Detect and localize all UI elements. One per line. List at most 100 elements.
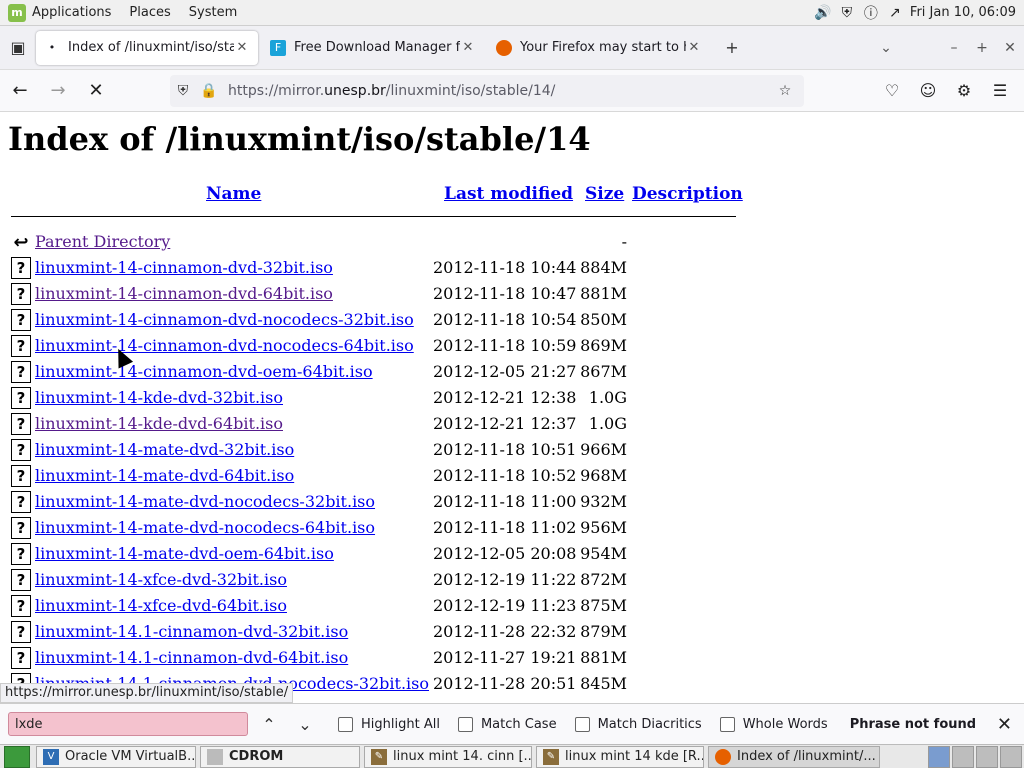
file-link[interactable]: linuxmint-14-cinnamon-dvd-oem-64bit.iso (35, 362, 373, 381)
list-all-tabs-icon[interactable]: ⌄ (872, 40, 900, 56)
file-link[interactable]: linuxmint-14-mate-dvd-32bit.iso (35, 440, 294, 459)
file-link[interactable]: linuxmint-14-mate-dvd-oem-64bit.iso (35, 544, 334, 563)
bookmark-star-icon[interactable]: ☆ (772, 83, 798, 99)
close-tab-icon[interactable]: ✕ (460, 40, 476, 55)
parent-directory-link[interactable]: Parent Directory (35, 232, 170, 251)
file-link[interactable]: linuxmint-14-kde-dvd-32bit.iso (35, 388, 283, 407)
close-tab-icon[interactable]: ✕ (686, 40, 702, 55)
file-link[interactable]: linuxmint-14-cinnamon-dvd-nocodecs-32bit… (35, 310, 414, 329)
checkbox-icon[interactable] (338, 716, 353, 732)
file-link[interactable]: linuxmint-14-cinnamon-dvd-32bit.iso (35, 258, 333, 277)
task-cdrom[interactable]: CDROM (200, 745, 360, 768)
file-size: 966M (580, 440, 627, 459)
close-find-bar-icon[interactable]: ✕ (997, 714, 1012, 735)
update-icon[interactable]: ⓘ (862, 4, 880, 22)
file-row: ? linuxmint-14-xfce-dvd-64bit.iso 2012-12-… (11, 592, 751, 618)
file-link[interactable]: linuxmint-14-xfce-dvd-32bit.iso (35, 570, 287, 589)
file-link[interactable]: linuxmint-14.1-cinnamon-dvd-32bit.iso (35, 622, 348, 641)
whole-words-checkbox[interactable]: Whole Words (719, 716, 828, 732)
forward-icon[interactable]: → (40, 75, 76, 107)
tab-index-linuxmint[interactable]: • Index of /linuxmint/iso/stabl ✕ (36, 30, 258, 65)
editor-icon: ✎ (543, 748, 559, 765)
file-modified: 2012-12-21 12:38 (433, 388, 577, 407)
account-icon[interactable]: ☺ (910, 81, 946, 100)
workspace-4[interactable] (1000, 745, 1022, 768)
workspace-3[interactable] (976, 745, 998, 768)
task-firefox[interactable]: Index of /linuxmint/... (708, 745, 880, 768)
page-dot-icon: • (48, 41, 56, 54)
match-case-checkbox[interactable]: Match Case (457, 716, 557, 732)
stop-icon[interactable]: ✕ (78, 75, 114, 107)
unknown-file-icon: ? (11, 465, 31, 487)
fdm-favicon-icon: F (270, 39, 286, 56)
tab-title: Free Download Manager for (294, 40, 460, 55)
shield-icon[interactable]: ⛨ (838, 4, 856, 22)
column-name-link[interactable]: Name (206, 184, 261, 204)
file-link[interactable]: linuxmint-14.1-cinnamon-dvd-64bit.iso (35, 648, 348, 667)
workspace-1[interactable] (928, 745, 950, 768)
file-row: ? linuxmint-14-mate-dvd-64bit.iso 2012-11-… (11, 462, 751, 488)
unknown-file-icon: ? (11, 387, 31, 409)
network-icon[interactable]: ↗ (886, 4, 904, 22)
highlight-all-checkbox[interactable]: Highlight All (338, 716, 440, 732)
show-desktop-icon[interactable] (4, 745, 30, 768)
file-link[interactable]: linuxmint-14-mate-dvd-nocodecs-32bit.iso (35, 492, 375, 511)
task-virtualbox[interactable]: V Oracle VM VirtualB... (36, 745, 196, 768)
hamburger-menu-icon[interactable]: ☰ (982, 81, 1018, 100)
file-modified: 2012-11-18 11:00 (433, 492, 577, 511)
extensions-icon[interactable]: ⚙ (946, 81, 982, 100)
unknown-file-icon: ? (11, 569, 31, 591)
file-modified: 2012-12-19 11:23 (433, 596, 577, 615)
file-link[interactable]: linuxmint-14-xfce-dvd-64bit.iso (35, 596, 287, 615)
file-link[interactable]: linuxmint-14-mate-dvd-64bit.iso (35, 466, 294, 485)
column-description-link[interactable]: Description (632, 184, 743, 204)
menu-places[interactable]: Places (129, 5, 170, 20)
checkbox-icon[interactable] (574, 716, 590, 732)
find-next-icon[interactable]: ⌄ (290, 715, 320, 734)
back-icon[interactable]: ← (2, 75, 38, 107)
mint-menu-icon[interactable]: m (8, 3, 26, 22)
tab-free-download-manager[interactable]: F Free Download Manager for ✕ (262, 31, 484, 65)
find-status: Phrase not found (849, 716, 977, 732)
unknown-file-icon: ? (11, 335, 31, 357)
file-link[interactable]: linuxmint-14-cinnamon-dvd-64bit.iso (35, 284, 333, 303)
checkbox-icon[interactable] (719, 716, 735, 732)
folder-icon (207, 748, 223, 765)
url-text[interactable]: https://mirror.unesp.br/linuxmint/iso/st… (228, 83, 772, 99)
find-input[interactable] (8, 712, 248, 736)
column-size-link[interactable]: Size (585, 184, 624, 204)
task-mint-kde[interactable]: ✎ linux mint 14 kde [R... (536, 745, 704, 768)
clock[interactable]: Fri Jan 10, 06:09 (910, 5, 1016, 20)
checkbox-icon[interactable] (457, 716, 473, 732)
close-window-icon[interactable]: ✕ (996, 40, 1024, 56)
file-row: ? linuxmint-14.1-cinnamon-dvd-64bit.iso 20… (11, 644, 751, 670)
file-link[interactable]: linuxmint-14-cinnamon-dvd-nocodecs-64bit… (35, 336, 414, 355)
file-size: 954M (580, 544, 627, 563)
lock-icon[interactable]: 🔒 (196, 83, 222, 99)
minimize-icon[interactable]: – (940, 40, 968, 56)
file-link[interactable]: linuxmint-14-mate-dvd-nocodecs-64bit.iso (35, 518, 375, 537)
menu-system[interactable]: System (189, 5, 237, 20)
file-modified: 2012-11-18 10:59 (433, 336, 577, 355)
file-modified: 2012-11-18 10:51 (433, 440, 577, 459)
file-row: ? linuxmint-14-cinnamon-dvd-nocodecs-32bi… (11, 306, 751, 332)
column-modified-link[interactable]: Last modified (444, 184, 573, 204)
firefox-view-icon[interactable]: ▣ (0, 30, 36, 66)
file-row: ? linuxmint-14-mate-dvd-oem-64bit.iso 2012… (11, 540, 751, 566)
tracking-shield-icon[interactable]: ⛨ (170, 83, 196, 99)
task-mint-cinnamon[interactable]: ✎ linux mint 14. cinn [... (364, 745, 532, 768)
editor-icon: ✎ (371, 748, 387, 765)
new-tab-icon[interactable]: + (714, 30, 750, 66)
close-tab-icon[interactable]: ✕ (234, 40, 250, 55)
match-diacritics-checkbox[interactable]: Match Diacritics (574, 716, 702, 732)
workspace-2[interactable] (952, 745, 974, 768)
tab-firefox-notice[interactable]: Your Firefox may start to ha ✕ (488, 31, 710, 65)
url-bar[interactable]: ⛨ 🔒 https://mirror.unesp.br/linuxmint/is… (170, 74, 804, 107)
file-link[interactable]: linuxmint-14-kde-dvd-64bit.iso (35, 414, 283, 433)
volume-icon[interactable]: 🔊 (814, 4, 832, 22)
find-previous-icon[interactable]: ⌃ (254, 715, 284, 734)
menu-applications[interactable]: Applications (32, 5, 111, 20)
maximize-icon[interactable]: + (968, 40, 996, 56)
pocket-icon[interactable]: ♡ (874, 81, 910, 100)
top-panel: m Applications Places System 🔊 ⛨ ⓘ ↗ Fri… (0, 0, 1024, 26)
